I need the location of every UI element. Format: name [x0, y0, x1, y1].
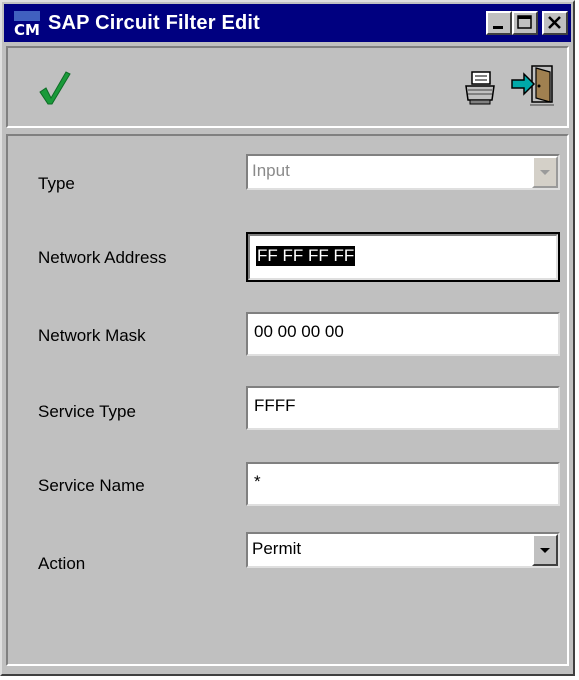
- filter-form-panel: Type Input Network Address FF FF FF FF N…: [6, 134, 569, 666]
- service-name-field[interactable]: *: [246, 462, 560, 506]
- minimize-button[interactable]: [486, 11, 512, 35]
- service-type-value: FFFF: [254, 396, 296, 415]
- cm-app-icon: CM: [12, 10, 42, 38]
- svg-text:CM: CM: [14, 21, 40, 38]
- service-type-field[interactable]: FFFF: [246, 386, 560, 430]
- service-name-value: *: [254, 472, 261, 491]
- minimize-icon: [493, 26, 503, 29]
- chevron-down-icon: [540, 170, 550, 175]
- action-label: Action: [38, 554, 86, 573]
- toolbar: [6, 46, 569, 128]
- chevron-down-icon: [540, 548, 550, 553]
- service-type-label: Service Type: [38, 402, 136, 421]
- type-value: Input: [252, 161, 290, 180]
- window-title: SAP Circuit Filter Edit: [48, 12, 261, 34]
- maximize-button[interactable]: [512, 11, 538, 35]
- network-address-label: Network Address: [38, 248, 167, 267]
- action-dropdown[interactable]: Permit: [246, 532, 560, 568]
- close-icon: [548, 16, 561, 29]
- sap-circuit-filter-edit-window: CM SAP Circuit Filter Edit Type Input Ne…: [0, 0, 575, 676]
- type-dropdown[interactable]: Input: [246, 154, 560, 190]
- type-label: Type: [38, 174, 75, 193]
- type-dropdown-button[interactable]: [532, 156, 558, 188]
- network-address-value: FF FF FF FF: [256, 246, 356, 266]
- network-mask-value: 00 00 00 00: [254, 322, 344, 341]
- action-value: Permit: [252, 539, 302, 558]
- action-dropdown-button[interactable]: [532, 534, 558, 566]
- network-address-field[interactable]: FF FF FF FF: [246, 232, 560, 282]
- close-button[interactable]: [542, 11, 568, 35]
- network-mask-field[interactable]: 00 00 00 00: [246, 312, 560, 356]
- checkmark-icon[interactable]: [36, 68, 72, 106]
- printer-icon[interactable]: [462, 70, 498, 106]
- title-bar[interactable]: CM SAP Circuit Filter Edit: [4, 4, 571, 42]
- maximize-icon: [517, 15, 532, 29]
- network-mask-label: Network Mask: [38, 326, 146, 345]
- exit-door-icon[interactable]: [510, 64, 556, 108]
- service-name-label: Service Name: [38, 476, 145, 495]
